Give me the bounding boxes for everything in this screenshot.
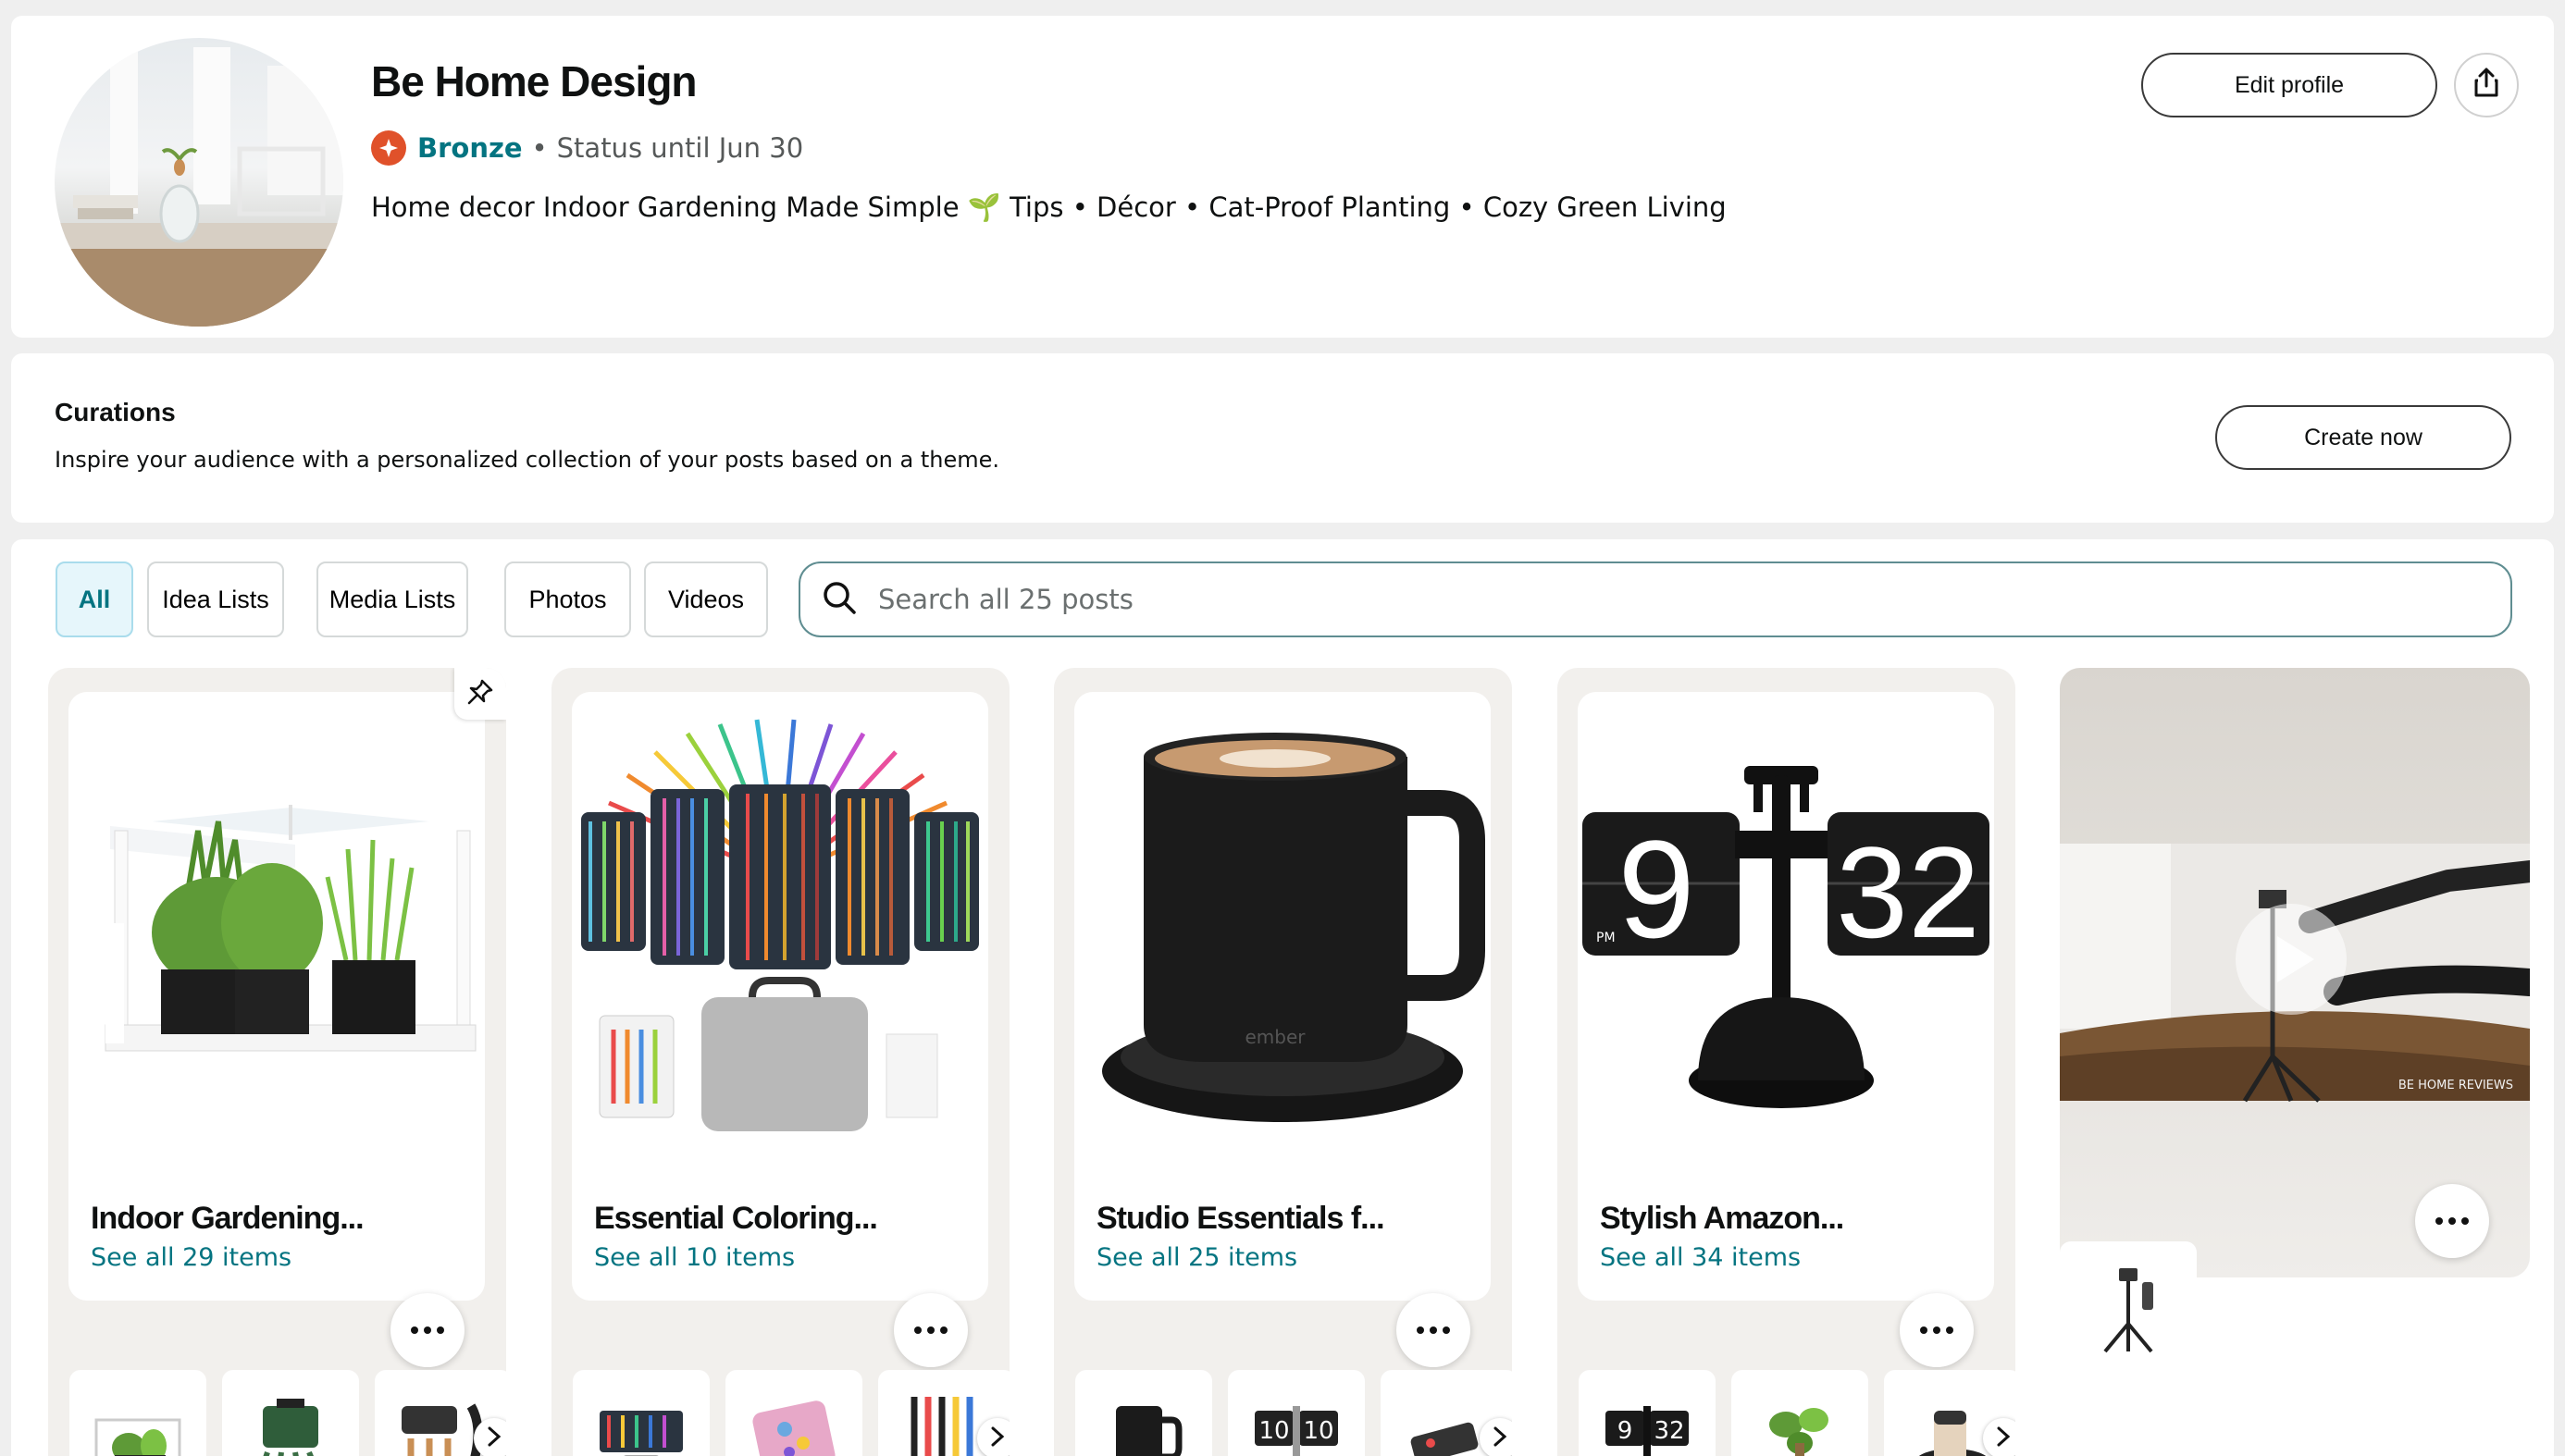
next-arrow-button[interactable]: [977, 1418, 1010, 1456]
share-button[interactable]: [2454, 53, 2519, 117]
collection-cover[interactable]: Essential Coloring... See all 10 items: [572, 692, 988, 1301]
profile-bio: Home decor Indoor Gardening Made Simple …: [371, 191, 1727, 223]
thumb-clock-minute: 10: [1303, 1417, 1333, 1445]
more-options-button[interactable]: [1396, 1293, 1470, 1367]
next-arrow-button[interactable]: [474, 1418, 506, 1456]
collection-card-stylish-amazon[interactable]: 9 32 PM Stylish Amazon... See all 34 ite…: [1557, 668, 2015, 1456]
more-options-button[interactable]: [894, 1293, 968, 1367]
search-bar[interactable]: [799, 561, 2512, 637]
video-post-card[interactable]: BE HOME REVIEWS: [2060, 668, 2530, 1277]
see-all-link[interactable]: See all 29 items: [91, 1243, 291, 1272]
filter-photos[interactable]: Photos: [504, 561, 631, 637]
collection-title[interactable]: Stylish Amazon...: [1600, 1201, 1844, 1237]
see-all-link[interactable]: See all 34 items: [1600, 1243, 1801, 1272]
tier-label[interactable]: Bronze: [417, 132, 523, 164]
share-icon: [2472, 67, 2501, 105]
curations-panel: Curations Inspire your audience with a p…: [11, 353, 2554, 523]
collection-title[interactable]: Indoor Gardening...: [91, 1201, 365, 1237]
clock-ampm: PM: [1596, 931, 1616, 945]
status-line: Bronze • Status until Jun 30: [371, 130, 803, 166]
collection-title[interactable]: Studio Essentials f...: [1097, 1201, 1385, 1237]
more-options-button[interactable]: [1900, 1293, 1974, 1367]
profile-name: Be Home Design: [371, 57, 698, 105]
bronze-badge-icon: [371, 130, 406, 166]
thumbnail-greenhouse[interactable]: [69, 1370, 206, 1456]
collection-cover[interactable]: Indoor Gardening... See all 29 items: [68, 692, 485, 1301]
chevron-right-icon: [1996, 1426, 2011, 1450]
filter-all[interactable]: All: [56, 561, 133, 637]
curations-title: Curations: [55, 398, 176, 426]
next-arrow-button[interactable]: [1983, 1418, 2015, 1456]
profile-avatar[interactable]: [55, 38, 343, 327]
more-options-button[interactable]: [390, 1293, 465, 1367]
curations-description: Inspire your audience with a personalize…: [55, 447, 1000, 473]
thumbnail-tool-kit[interactable]: [222, 1370, 359, 1456]
video-watermark: BE HOME REVIEWS: [2398, 1079, 2513, 1092]
status-separator: •: [531, 132, 548, 164]
chevron-right-icon: [487, 1426, 502, 1450]
edit-profile-button[interactable]: Edit profile: [2141, 53, 2437, 117]
pin-icon: [465, 677, 495, 710]
posts-panel: All Idea Lists Media Lists Photos Videos: [11, 539, 2554, 1456]
more-options-button[interactable]: [2415, 1184, 2489, 1258]
create-now-button[interactable]: Create now: [2215, 405, 2511, 470]
status-text: Status until Jun 30: [556, 132, 804, 164]
see-all-link[interactable]: See all 25 items: [1097, 1243, 1297, 1272]
thumbnail-marker-set[interactable]: [573, 1370, 710, 1456]
collection-card-essential-coloring[interactable]: Essential Coloring... See all 10 items: [551, 668, 1010, 1456]
collection-card-indoor-gardening[interactable]: Indoor Gardening... See all 29 items: [48, 668, 506, 1456]
collection-card-studio-essentials[interactable]: ember Studio Essentials f... See all 25 …: [1054, 668, 1512, 1456]
thumbnail-tripod[interactable]: [2060, 1241, 2197, 1378]
search-input[interactable]: [878, 584, 2359, 615]
play-icon[interactable]: [2236, 904, 2347, 1015]
chevron-right-icon: [1493, 1426, 1507, 1450]
thumbnail-pencil-case[interactable]: [725, 1370, 862, 1456]
filter-idea-lists[interactable]: Idea Lists: [147, 561, 284, 637]
thumb-clock-hour: 9: [1617, 1417, 1633, 1445]
flip-clock-image: 9 32 PM: [1582, 766, 1989, 1108]
collection-cover[interactable]: ember Studio Essentials f... See all 25 …: [1074, 692, 1491, 1301]
collection-title[interactable]: Essential Coloring...: [594, 1201, 878, 1237]
mug-brand: ember: [1245, 1026, 1306, 1048]
clock-minute: 32: [1836, 820, 1980, 965]
thumb-clock-hour: 10: [1258, 1417, 1289, 1445]
thumbnail-flip-clock-black[interactable]: 9 32: [1579, 1370, 1716, 1456]
coloring-markers-image: [581, 719, 979, 1131]
search-icon: [821, 579, 858, 620]
collection-cover[interactable]: 9 32 PM Stylish Amazon... See all 34 ite…: [1578, 692, 1994, 1301]
pin-button[interactable]: [454, 668, 506, 720]
chevron-right-icon: [990, 1426, 1005, 1450]
thumbnail-plant[interactable]: [1731, 1370, 1868, 1456]
thumbnail-flip-clock[interactable]: 10 10: [1228, 1370, 1365, 1456]
greenhouse-image: [105, 797, 477, 1052]
profile-header: Be Home Design Bronze • Status until Jun…: [11, 16, 2554, 338]
filter-media-lists[interactable]: Media Lists: [316, 561, 468, 637]
see-all-link[interactable]: See all 10 items: [594, 1243, 795, 1272]
filter-videos[interactable]: Videos: [644, 561, 768, 637]
next-arrow-button[interactable]: [1480, 1418, 1512, 1456]
ember-mug-image: ember: [1102, 733, 1485, 1122]
clock-hour: 9: [1617, 811, 1694, 967]
thumbnail-mug[interactable]: [1075, 1370, 1212, 1456]
thumb-clock-minute: 32: [1654, 1417, 1684, 1445]
